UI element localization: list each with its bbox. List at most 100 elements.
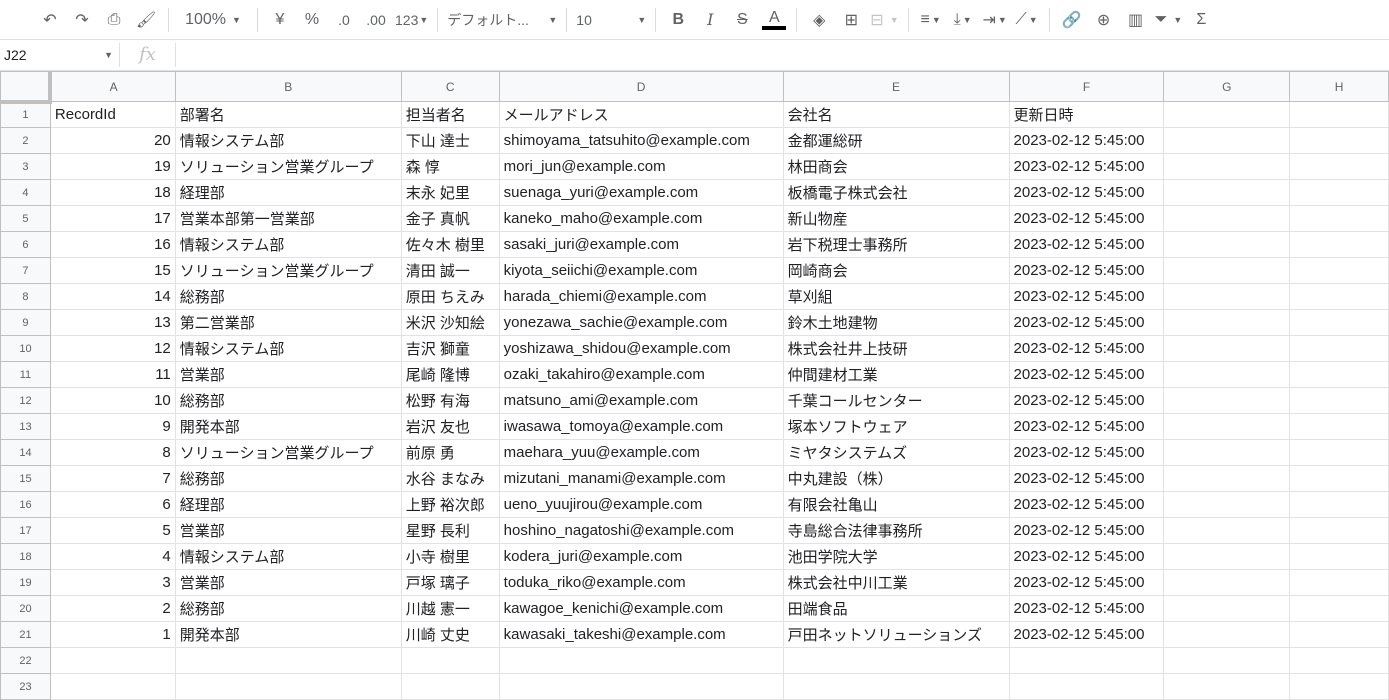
cell-c1[interactable]: 担当者名 [400, 101, 500, 128]
cell-a12[interactable]: 10 [49, 387, 176, 414]
cell-d16[interactable]: ueno_yuujirou@example.com [498, 491, 784, 518]
cell-a14[interactable]: 8 [49, 439, 176, 466]
cell-c23[interactable] [400, 673, 500, 700]
cell-e3[interactable]: 林田商会 [782, 153, 1010, 180]
cell-f1[interactable]: 更新日時 [1008, 101, 1165, 128]
cell-d11[interactable]: ozaki_takahiro@example.com [498, 361, 784, 388]
cell-a13[interactable]: 9 [49, 413, 176, 440]
cell-b20[interactable]: 総務部 [174, 595, 402, 622]
cell-g2[interactable] [1163, 127, 1291, 154]
cell-e15[interactable]: 中丸建設（株） [782, 465, 1010, 492]
cell-e22[interactable] [782, 647, 1010, 674]
cell-g12[interactable] [1163, 387, 1291, 414]
cell-h18[interactable] [1289, 543, 1389, 570]
cell-h14[interactable] [1289, 439, 1389, 466]
cell-h3[interactable] [1289, 153, 1389, 180]
row-header[interactable]: 6 [0, 231, 51, 258]
cell-g4[interactable] [1163, 179, 1291, 206]
column-header-a[interactable]: A [49, 71, 176, 102]
cell-a19[interactable]: 3 [49, 569, 176, 596]
cell-f10[interactable]: 2023-02-12 5:45:00 [1008, 335, 1165, 362]
cell-h8[interactable] [1289, 283, 1389, 310]
cell-b11[interactable]: 営業部 [174, 361, 402, 388]
cell-g20[interactable] [1163, 595, 1291, 622]
cell-b2[interactable]: 情報システム部 [174, 127, 402, 154]
bold-button[interactable]: B [665, 6, 691, 34]
cell-c22[interactable] [400, 647, 500, 674]
cell-e8[interactable]: 草刈組 [782, 283, 1010, 310]
cell-h17[interactable] [1289, 517, 1389, 544]
cell-a21[interactable]: 1 [49, 621, 176, 648]
text-color-button[interactable]: A [761, 6, 787, 34]
row-header[interactable]: 8 [0, 283, 51, 310]
cell-d1[interactable]: メールアドレス [498, 101, 784, 128]
cell-c19[interactable]: 戸塚 璃子 [400, 569, 500, 596]
functions-button[interactable]: Σ [1188, 6, 1214, 34]
cell-h23[interactable] [1289, 673, 1389, 700]
cell-b23[interactable] [174, 673, 402, 700]
cell-d15[interactable]: mizutani_manami@example.com [498, 465, 784, 492]
cell-d14[interactable]: maehara_yuu@example.com [498, 439, 784, 466]
redo-icon[interactable]: ↷ [69, 6, 95, 34]
row-header[interactable]: 3 [0, 153, 51, 180]
cell-h7[interactable] [1289, 257, 1389, 284]
cell-a17[interactable]: 5 [49, 517, 176, 544]
cell-e7[interactable]: 岡崎商会 [782, 257, 1010, 284]
cell-b9[interactable]: 第二営業部 [174, 309, 402, 336]
cell-f7[interactable]: 2023-02-12 5:45:00 [1008, 257, 1165, 284]
cell-f23[interactable] [1008, 673, 1165, 700]
select-all-corner[interactable] [0, 71, 53, 104]
cell-a5[interactable]: 17 [49, 205, 176, 232]
cell-d19[interactable]: toduka_riko@example.com [498, 569, 784, 596]
cell-h13[interactable] [1289, 413, 1389, 440]
cell-f2[interactable]: 2023-02-12 5:45:00 [1008, 127, 1165, 154]
row-header[interactable]: 5 [0, 205, 51, 232]
cell-b15[interactable]: 総務部 [174, 465, 402, 492]
cell-f12[interactable]: 2023-02-12 5:45:00 [1008, 387, 1165, 414]
cell-d2[interactable]: shimoyama_tatsuhito@example.com [498, 127, 784, 154]
cell-b22[interactable] [174, 647, 402, 674]
filter-icon[interactable]: ⏷ ▼ [1155, 6, 1183, 34]
comment-icon[interactable]: ⊕ [1091, 6, 1117, 34]
cell-e23[interactable] [782, 673, 1010, 700]
cell-g10[interactable] [1163, 335, 1291, 362]
cell-e13[interactable]: 塚本ソフトウェア [782, 413, 1010, 440]
cell-b18[interactable]: 情報システム部 [174, 543, 402, 570]
cell-e10[interactable]: 株式会社井上技研 [782, 335, 1010, 362]
cell-d9[interactable]: yonezawa_sachie@example.com [498, 309, 784, 336]
cell-h2[interactable] [1289, 127, 1389, 154]
column-header-b[interactable]: B [174, 71, 402, 102]
cell-h12[interactable] [1289, 387, 1389, 414]
cell-h4[interactable] [1289, 179, 1389, 206]
cell-g6[interactable] [1163, 231, 1291, 258]
cell-h19[interactable] [1289, 569, 1389, 596]
cell-h21[interactable] [1289, 621, 1389, 648]
link-icon[interactable]: 🔗 [1059, 6, 1085, 34]
font-select[interactable]: デフォルト... ▼ [447, 6, 557, 34]
cell-g11[interactable] [1163, 361, 1291, 388]
row-header[interactable]: 1 [0, 101, 51, 128]
cell-f6[interactable]: 2023-02-12 5:45:00 [1008, 231, 1165, 258]
cell-g7[interactable] [1163, 257, 1291, 284]
cell-c16[interactable]: 上野 裕次郎 [400, 491, 500, 518]
cell-c18[interactable]: 小寺 樹里 [400, 543, 500, 570]
percent-button[interactable]: % [299, 6, 325, 34]
cell-b7[interactable]: ソリューション営業グループ [174, 257, 402, 284]
cell-f17[interactable]: 2023-02-12 5:45:00 [1008, 517, 1165, 544]
cell-a8[interactable]: 14 [49, 283, 176, 310]
cell-d23[interactable] [498, 673, 784, 700]
cell-g3[interactable] [1163, 153, 1291, 180]
cell-h15[interactable] [1289, 465, 1389, 492]
cell-g21[interactable] [1163, 621, 1291, 648]
cell-f5[interactable]: 2023-02-12 5:45:00 [1008, 205, 1165, 232]
cell-d13[interactable]: iwasawa_tomoya@example.com [498, 413, 784, 440]
column-header-g[interactable]: G [1163, 71, 1291, 102]
cell-f13[interactable]: 2023-02-12 5:45:00 [1008, 413, 1165, 440]
undo-icon[interactable]: ↶ [37, 6, 63, 34]
row-header[interactable]: 16 [0, 491, 51, 518]
increase-decimal-button[interactable]: .00 [363, 6, 389, 34]
cell-e19[interactable]: 株式会社中川工業 [782, 569, 1010, 596]
text-rotate-icon[interactable]: ⟋ ▼ [1014, 6, 1040, 34]
cell-b14[interactable]: ソリューション営業グループ [174, 439, 402, 466]
cell-e16[interactable]: 有限会社亀山 [782, 491, 1010, 518]
